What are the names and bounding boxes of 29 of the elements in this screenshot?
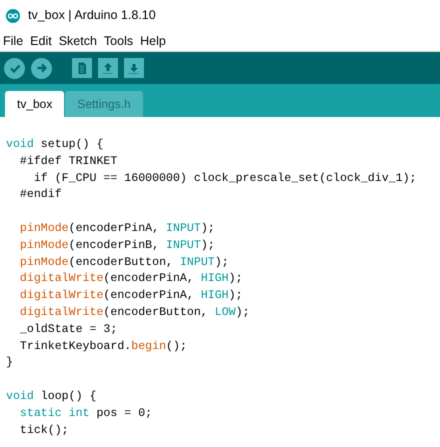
code-line: digitalWrite(encoderPinA, HIGH);: [18, 289, 243, 302]
code-line: pinMode(encoderPinA, INPUT);: [18, 222, 215, 235]
upload-button[interactable]: [31, 58, 52, 78]
menu-item[interactable]: File: [3, 32, 24, 50]
window-title: tv_box | Arduino 1.8.10: [28, 7, 156, 24]
code-line: #endif: [18, 188, 62, 202]
code-line: digitalWrite(encoderPinA, HIGH);: [18, 272, 243, 286]
menu-item[interactable]: Edit: [30, 32, 52, 50]
code-line: pinMode(encoderPinB, INPUT);: [18, 238, 215, 252]
code-line: digitalWrite(encoderButton, LOW);: [18, 306, 250, 319]
code-line: void setup() {: [6, 138, 104, 151]
code-line: TrinketKeyboard.begin();: [18, 340, 187, 353]
new-button[interactable]: [72, 58, 92, 78]
save-button[interactable]: [124, 58, 144, 78]
menu-item[interactable]: Tools: [104, 32, 134, 50]
menu-item[interactable]: Help: [140, 32, 166, 50]
code-line: tick();: [18, 424, 69, 437]
file-tab[interactable]: tv_box: [5, 91, 64, 117]
app-logo-icon: [6, 8, 20, 22]
verify-button[interactable]: [4, 58, 25, 78]
code-line: #ifdef TRINKET: [18, 154, 118, 168]
code-line: pinMode(encoderButton, INPUT);: [18, 256, 229, 269]
code-line: }: [6, 356, 13, 370]
code-line: if (F_CPU == 16000000) clock_prescale_set(clock_div_1);: [32, 172, 416, 185]
open-button[interactable]: [98, 58, 118, 78]
menu-item[interactable]: Sketch: [58, 32, 97, 50]
code-line: _oldState = 3;: [18, 322, 118, 336]
code-line: static int pos = 0;: [18, 406, 152, 420]
code-line: void loop() {: [6, 390, 96, 403]
